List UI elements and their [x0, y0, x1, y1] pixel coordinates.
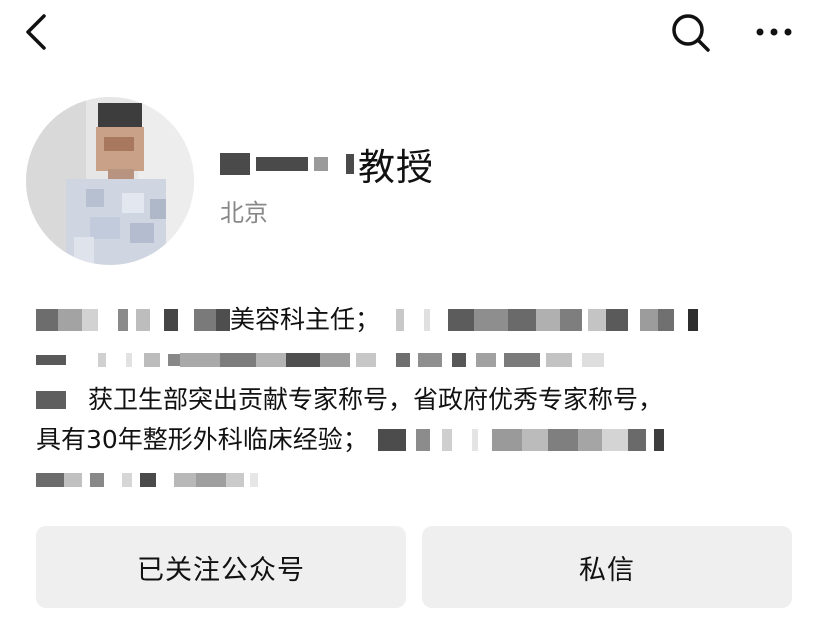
- redacted-name-block: [220, 153, 250, 175]
- back-button[interactable]: [18, 10, 58, 54]
- redacted-text: [36, 307, 230, 333]
- redacted-text: [36, 387, 66, 413]
- bio-line: 美容科主任；: [36, 300, 796, 340]
- redacted-name-block: [346, 154, 354, 174]
- chevron-left-icon: [26, 14, 46, 50]
- bio-line: [36, 340, 796, 380]
- private-message-button[interactable]: 私信: [422, 526, 792, 608]
- profile-name: 教授: [220, 140, 434, 189]
- profile-title: 教授: [358, 146, 434, 189]
- bio-line: [36, 460, 796, 500]
- redacted-name-block: [256, 157, 308, 171]
- bio-text: 美容科主任；: [230, 305, 381, 334]
- redacted-text: [396, 307, 699, 333]
- search-button[interactable]: [664, 8, 716, 56]
- redacted-text: [36, 467, 258, 493]
- followed-official-account-button[interactable]: 已关注公众号: [36, 526, 406, 608]
- avatar-image: [26, 97, 194, 265]
- bio-text: 具有30年整形外科临床经验；: [36, 425, 368, 454]
- bio-text: 获卫生部突出贡献专家称号，省政府优秀专家称号，: [88, 385, 664, 414]
- more-horizontal-icon: [756, 28, 792, 36]
- search-icon: [672, 14, 710, 52]
- redacted-text: [36, 347, 604, 373]
- redacted-name-block: [314, 157, 328, 171]
- bio-line: 具有30年整形外科临床经验；: [36, 420, 796, 460]
- profile-bio: 美容科主任； 获卫生部突出贡献专家称号，省政府优秀专家称号， 具有30年整形外科…: [36, 300, 796, 500]
- profile-location: 北京: [220, 199, 268, 227]
- redacted-text: [377, 427, 664, 453]
- avatar[interactable]: [26, 97, 194, 265]
- more-options-button[interactable]: [748, 10, 800, 54]
- top-navigation-bar: [0, 0, 820, 70]
- bio-line: 获卫生部突出贡献专家称号，省政府优秀专家称号，: [36, 380, 796, 420]
